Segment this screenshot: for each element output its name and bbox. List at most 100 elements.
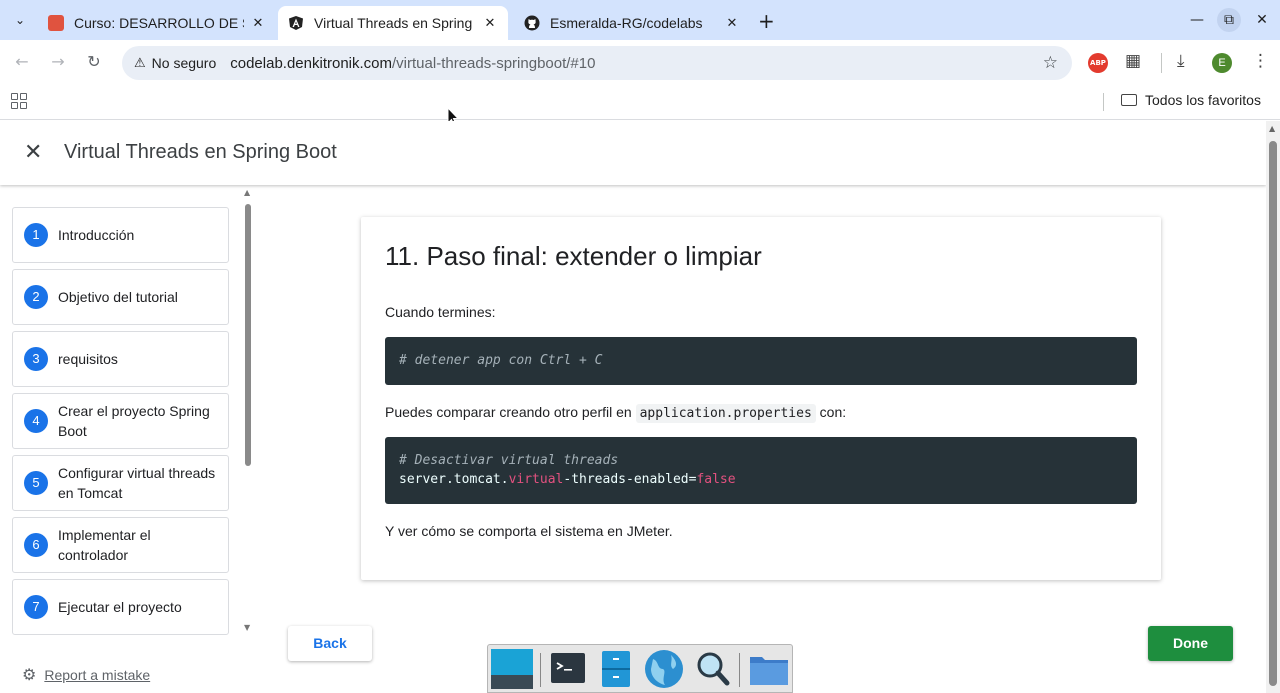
bookmarks-separator bbox=[1103, 93, 1104, 111]
step-label: Objetivo del tutorial bbox=[58, 289, 178, 305]
step-item-6[interactable]: 6 Implementar el controlador bbox=[12, 517, 229, 573]
codelab-header: ✕ Virtual Threads en Spring Boot bbox=[0, 121, 1266, 185]
tab-github[interactable]: Esmeralda-RG/codelabs ✕ bbox=[514, 6, 750, 40]
close-tab-icon[interactable]: ✕ bbox=[724, 15, 740, 31]
step-label: Ejecutar el proyecto bbox=[58, 599, 182, 615]
folder-icon[interactable] bbox=[748, 649, 788, 689]
step-item-2[interactable]: 2 Objetivo del tutorial bbox=[12, 269, 229, 325]
url-host: codelab.denkitronik.com bbox=[230, 54, 393, 72]
code-line: server.tomcat.virtual-threads-enabled=fa… bbox=[399, 470, 1123, 489]
file-cabinet-icon[interactable] bbox=[598, 649, 638, 689]
more-menu-icon[interactable]: ⋮ bbox=[1252, 51, 1269, 71]
forward-arrow-icon[interactable]: → bbox=[47, 52, 69, 71]
address-bar[interactable]: ⚠ No seguro codelab.denkitronik.com/virt… bbox=[122, 46, 1072, 80]
step-item-4[interactable]: 4 Crear el proyecto Spring Boot bbox=[12, 393, 229, 449]
tab-title: Curso: DESARROLLO DE S bbox=[74, 15, 244, 31]
paragraph: Cuando termines: bbox=[385, 304, 496, 320]
back-arrow-icon[interactable]: ← bbox=[11, 52, 33, 71]
code-keyword: virtual bbox=[508, 472, 564, 487]
page-scroll-up-icon[interactable]: ▲ bbox=[1269, 124, 1275, 133]
step-label: Introducción bbox=[58, 227, 135, 243]
browser-toolbar: ← → ↻ ⚠ No seguro codelab.denkitronik.co… bbox=[0, 40, 1280, 86]
step-label: Configurar virtual threads en Tomcat bbox=[58, 465, 216, 501]
tab-title: Virtual Threads en Spring bbox=[314, 15, 473, 31]
step-item-3[interactable]: 3 requisitos bbox=[12, 331, 229, 387]
adblock-plus-icon[interactable]: ABP bbox=[1088, 53, 1108, 73]
terminal-icon[interactable] bbox=[549, 649, 589, 689]
angular-favicon-icon bbox=[288, 15, 304, 31]
web-browser-globe-icon[interactable] bbox=[643, 649, 683, 689]
moodle-favicon-icon bbox=[48, 15, 64, 31]
extensions-puzzle-icon[interactable]: ▦ bbox=[1125, 51, 1141, 71]
tab-search-chevron-icon[interactable]: ⌄ bbox=[10, 10, 30, 30]
step-number: 4 bbox=[24, 409, 48, 433]
step-number: 5 bbox=[24, 471, 48, 495]
page-scrollbar-thumb[interactable] bbox=[1269, 141, 1277, 686]
show-desktop-icon[interactable] bbox=[491, 649, 533, 689]
url-text[interactable]: codelab.denkitronik.com/virtual-threads-… bbox=[230, 55, 595, 72]
paragraph: Puedes comparar creando otro perfil en a… bbox=[385, 404, 846, 423]
step-item-5[interactable]: 5 Configurar virtual threads en Tomcat bbox=[12, 455, 229, 511]
github-favicon-icon bbox=[524, 15, 540, 31]
done-button[interactable]: Done bbox=[1148, 626, 1233, 661]
code-comment: # detener app con Ctrl + C bbox=[399, 353, 603, 368]
bookmarks-folder-label: Todos los favoritos bbox=[1145, 92, 1261, 108]
sidebar-scroll-down-icon[interactable]: ▼ bbox=[244, 623, 250, 632]
code-token: -threads-enabled= bbox=[563, 472, 697, 487]
inline-code: application.properties bbox=[635, 404, 816, 423]
download-icon[interactable]: ⤓ bbox=[1177, 51, 1185, 71]
close-window-icon[interactable]: ✕ bbox=[1250, 8, 1274, 32]
text: Puedes comparar creando otro perfil en bbox=[385, 404, 632, 420]
step-number: 7 bbox=[24, 595, 48, 619]
desktop-dock bbox=[487, 644, 793, 693]
steps-sidebar: 1 Introducción 2 Objetivo del tutorial 3… bbox=[0, 187, 258, 637]
report-mistake-link[interactable]: ⚙ Report a mistake bbox=[22, 665, 150, 685]
tab-strip: ⌄ Curso: DESARROLLO DE S ✕ Virtual Threa… bbox=[0, 0, 1280, 40]
code-comment: # Desactivar virtual threads bbox=[399, 453, 619, 468]
bookmarks-bar: Todos los favoritos bbox=[0, 86, 1280, 120]
tab-curso[interactable]: Curso: DESARROLLO DE S ✕ bbox=[38, 6, 276, 40]
all-bookmarks-folder[interactable]: Todos los favoritos bbox=[1121, 92, 1261, 108]
new-tab-button[interactable]: + bbox=[758, 9, 775, 33]
security-chip[interactable]: ⚠ No seguro bbox=[126, 50, 224, 76]
toolbar-separator bbox=[1161, 53, 1162, 73]
close-tab-icon[interactable]: ✕ bbox=[250, 15, 266, 31]
warning-triangle-icon: ⚠ bbox=[134, 55, 146, 70]
bookmark-star-icon[interactable]: ☆ bbox=[1043, 53, 1058, 73]
page-scrollbar[interactable]: ▲ bbox=[1266, 121, 1280, 693]
dock-separator bbox=[739, 653, 740, 687]
search-magnifier-icon[interactable] bbox=[693, 649, 733, 689]
folder-icon bbox=[1121, 94, 1137, 106]
paragraph: Y ver cómo se comporta el sistema en JMe… bbox=[385, 523, 673, 539]
sidebar-scrollbar-thumb[interactable] bbox=[245, 204, 251, 466]
tab-title: Esmeralda-RG/codelabs bbox=[550, 15, 703, 31]
report-mistake-label: Report a mistake bbox=[44, 667, 151, 683]
code-block: # Desactivar virtual threads server.tomc… bbox=[385, 437, 1137, 504]
page-title: Virtual Threads en Spring Boot bbox=[64, 141, 337, 163]
step-item-1[interactable]: 1 Introducción bbox=[12, 207, 229, 263]
step-label: requisitos bbox=[58, 351, 118, 367]
restore-icon[interactable]: ⧉ bbox=[1217, 8, 1241, 32]
sidebar-scroll-up-icon[interactable]: ▲ bbox=[244, 188, 250, 197]
bug-icon: ⚙ bbox=[22, 667, 37, 684]
tab-virtual-threads[interactable]: Virtual Threads en Spring ✕ bbox=[278, 6, 508, 40]
step-label: Implementar el controlador bbox=[58, 527, 151, 563]
step-item-7[interactable]: 7 Ejecutar el proyecto bbox=[12, 579, 229, 635]
apps-grid-icon[interactable] bbox=[11, 93, 27, 109]
step-number: 1 bbox=[24, 223, 48, 247]
codelab-page: ✕ Virtual Threads en Spring Boot 1 Intro… bbox=[0, 121, 1266, 693]
close-codelab-icon[interactable]: ✕ bbox=[24, 141, 42, 165]
profile-avatar[interactable]: E bbox=[1212, 53, 1232, 73]
step-content-card: 11. Paso final: extender o limpiar Cuand… bbox=[361, 217, 1161, 580]
back-button[interactable]: Back bbox=[288, 626, 372, 661]
url-path: /virtual-threads-springboot/#10 bbox=[392, 54, 596, 72]
security-label: No seguro bbox=[151, 55, 217, 71]
minimize-icon[interactable]: — bbox=[1185, 8, 1209, 32]
step-number: 6 bbox=[24, 533, 48, 557]
reload-icon[interactable]: ↻ bbox=[83, 52, 105, 71]
step-number: 2 bbox=[24, 285, 48, 309]
step-number: 3 bbox=[24, 347, 48, 371]
code-block: # detener app con Ctrl + C bbox=[385, 337, 1137, 385]
close-tab-icon[interactable]: ✕ bbox=[482, 15, 498, 31]
dock-separator bbox=[540, 653, 541, 687]
